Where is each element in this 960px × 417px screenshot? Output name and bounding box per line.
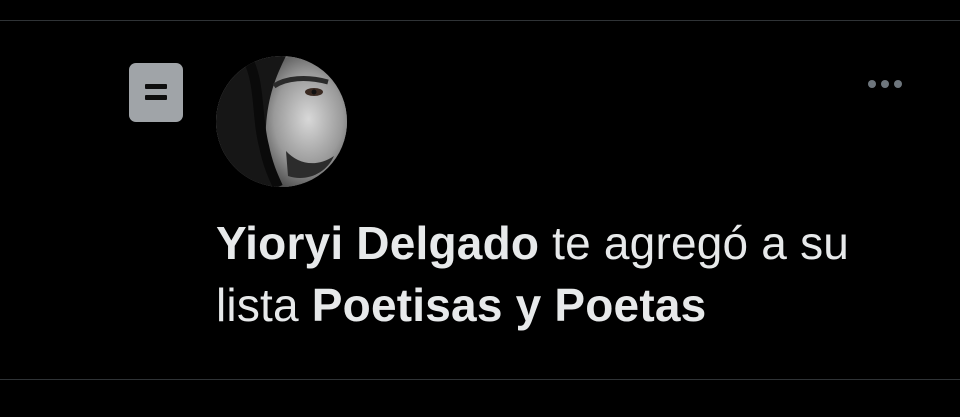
list-icon-bar [145,95,167,100]
list-icon-bar [145,84,167,89]
more-options-icon [881,80,889,88]
list-icon [129,63,183,122]
avatar-photo [216,56,347,187]
bottom-divider [0,379,960,380]
user-name-link[interactable]: Yioryi Delgado [216,217,539,269]
notification-text: Yioryi Delgado te agregó a su lista Poet… [216,212,936,336]
user-avatar[interactable] [216,56,347,187]
list-name-link[interactable]: Poetisas y Poetas [312,279,707,331]
more-options-icon [868,80,876,88]
more-options-icon [894,80,902,88]
more-options-button[interactable] [860,70,910,98]
